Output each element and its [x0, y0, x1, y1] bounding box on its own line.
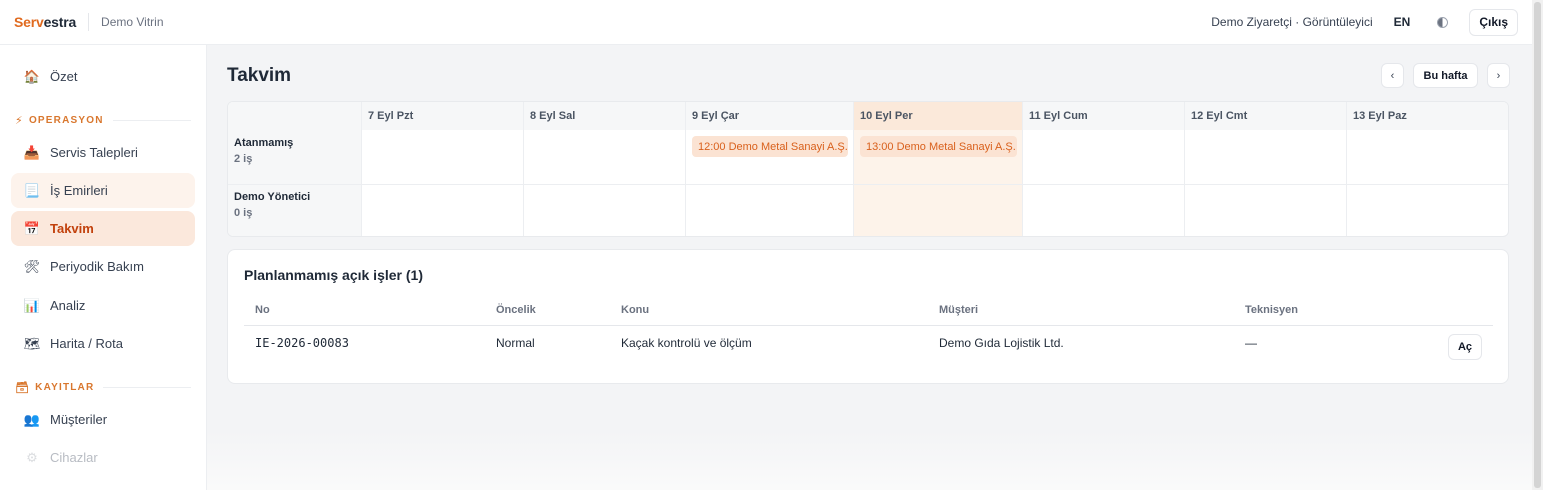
day-header: 7 Eyl Pzt — [368, 110, 414, 122]
next-week-button[interactable]: › — [1487, 63, 1510, 88]
row-count: 2 iş — [234, 153, 253, 165]
workspace-name: Demo Vitrin — [101, 15, 164, 29]
column-header-priority: Öncelik — [496, 304, 536, 316]
brand-part2: estra — [43, 14, 77, 30]
bottom-fade — [207, 430, 1532, 490]
sidebar-item-label: Servis Talepleri — [50, 145, 138, 160]
sidebar-item-label: Özet — [50, 69, 78, 84]
day-header: 9 Eyl Çar — [692, 110, 740, 122]
sidebar-item-label: Analiz — [50, 298, 86, 313]
box-icon: 🗃 — [15, 382, 31, 394]
calendar-icon: 📅 — [23, 220, 41, 236]
top-bar: Servestra Demo Vitrin Demo Ziyaretçi · G… — [0, 0, 1532, 45]
row-label: Demo Yönetici — [234, 191, 311, 203]
row-divider — [228, 184, 1508, 185]
job-number: IE-2026-00083 — [255, 336, 349, 350]
unplanned-jobs-card: Planlanmamış açık işler (1) No Öncelik K… — [227, 249, 1509, 384]
column-header-no: No — [255, 304, 270, 316]
receipt-icon: 📃 — [23, 182, 41, 198]
card-title: Planlanmamış açık işler (1) — [244, 267, 423, 283]
map-icon: 🗺 — [23, 335, 41, 351]
job-technician: — — [1245, 336, 1257, 350]
this-week-button[interactable]: Bu hafta — [1413, 63, 1478, 88]
sidebar-item-work-orders[interactable]: 📃 İş Emirleri — [11, 173, 195, 208]
logout-button[interactable]: Çıkış — [1469, 8, 1518, 36]
day-header: 13 Eyl Paz — [1353, 110, 1407, 122]
job-subject: Kaçak kontrolü ve ölçüm — [621, 336, 752, 350]
tools-icon: 🛠 — [23, 258, 41, 274]
table-header-divider — [244, 325, 1493, 326]
lightning-icon: ⚡ — [15, 115, 24, 127]
sidebar-item-label: Cihazlar — [50, 450, 98, 465]
row-count: 0 iş — [234, 207, 253, 219]
column-header-subject: Konu — [621, 304, 650, 316]
section-records: 🗃 KAYITLAR — [15, 381, 191, 394]
bar-chart-icon: 📊 — [23, 297, 41, 313]
day-header-today: 10 Eyl Per — [860, 110, 913, 122]
row-label: Atanmamış — [234, 137, 294, 149]
section-label: OPERASYON — [28, 115, 104, 126]
page-scrollbar[interactable] — [1532, 0, 1543, 490]
half-moon-icon[interactable] — [1437, 16, 1449, 28]
sidebar-item-analysis[interactable]: 📊 Analiz — [11, 288, 195, 323]
section-label: KAYITLAR — [35, 382, 95, 393]
sidebar-item-label: İş Emirleri — [50, 183, 108, 198]
job-customer: Demo Gıda Lojistik Ltd. — [939, 336, 1064, 350]
language-toggle[interactable]: EN — [1394, 15, 1411, 29]
column-header-technician: Teknisyen — [1245, 304, 1298, 316]
divider — [88, 13, 90, 31]
sidebar-item-label: Müşteriler — [50, 412, 108, 427]
sidebar-item-label: Periyodik Bakım — [50, 259, 144, 274]
people-icon: 👥 — [23, 411, 41, 427]
gear-icon: ⚙ — [26, 449, 38, 465]
day-header: 12 Eyl Cmt — [1191, 110, 1248, 122]
brand-part1: Serv — [14, 14, 44, 30]
sidebar-item-map-route[interactable]: 🗺 Harita / Rota — [11, 326, 195, 361]
sidebar-item-service-requests[interactable]: 📥 Servis Talepleri — [11, 135, 195, 170]
sidebar: 🏠 Özet ⚡ OPERASYON 📥 Servis Talepleri 📃 … — [0, 45, 207, 490]
previous-week-button[interactable]: ‹ — [1381, 63, 1404, 88]
calendar-event[interactable]: 12:00 Demo Metal Sanayi A.Ş. — [692, 136, 848, 157]
section-divider — [112, 120, 191, 121]
sidebar-item-overview[interactable]: 🏠 Özet — [11, 59, 195, 94]
column-header-customer: Müşteri — [939, 304, 979, 316]
sidebar-item-periodic-maintenance[interactable]: 🛠 Periyodik Bakım — [11, 249, 195, 284]
sidebar-item-label: Takvim — [50, 221, 94, 236]
sidebar-item-calendar[interactable]: 📅 Takvim — [11, 211, 195, 246]
job-priority: Normal — [496, 336, 535, 350]
inbox-icon: 📥 — [23, 144, 41, 160]
open-job-button[interactable]: Aç — [1448, 334, 1482, 360]
section-divider — [103, 387, 191, 388]
house-icon: 🏠 — [23, 68, 41, 84]
sidebar-item-label: Harita / Rota — [50, 336, 123, 351]
scrollbar-thumb[interactable] — [1534, 2, 1541, 488]
user-label: Demo Ziyaretçi · Görüntüleyici — [1211, 15, 1373, 29]
day-header: 11 Eyl Cum — [1029, 110, 1088, 122]
calendar-event[interactable]: 13:00 Demo Metal Sanayi A.Ş. — [860, 136, 1017, 157]
sidebar-item-devices[interactable]: ⚙ Cihazlar — [11, 440, 195, 475]
brand-logo[interactable]: Servestra — [14, 14, 76, 30]
day-header: 8 Eyl Sal — [530, 110, 576, 122]
week-calendar: 7 Eyl Pzt 8 Eyl Sal 9 Eyl Çar 10 Eyl Per… — [227, 101, 1509, 237]
page-title: Takvim — [227, 65, 292, 86]
section-operations: ⚡ OPERASYON — [15, 114, 191, 127]
sidebar-item-customers[interactable]: 👥 Müşteriler — [11, 402, 195, 437]
